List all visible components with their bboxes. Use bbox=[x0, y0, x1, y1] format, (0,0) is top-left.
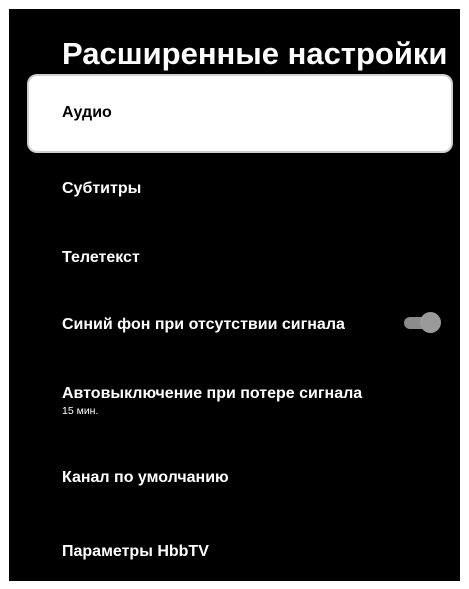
menu-item-label: Аудио bbox=[62, 104, 112, 121]
menu-item-label: Синий фон при отсутствии сигнала bbox=[62, 316, 345, 333]
toggle-knob bbox=[420, 312, 441, 333]
menu-item-label: Телетекст bbox=[62, 249, 140, 266]
tv-menu-screen: Расширенные настройки Аудио Субтитры Тел… bbox=[9, 9, 460, 581]
menu-item-label: Субтитры bbox=[62, 180, 142, 197]
menu-item-hbbtv-settings[interactable]: Параметры HbbTV bbox=[29, 533, 451, 573]
menu-item-subtitles[interactable]: Субтитры bbox=[29, 159, 451, 219]
menu-item-blue-background[interactable]: Синий фон при отсутствии сигнала bbox=[29, 306, 451, 346]
menu-item-label: Автовыключение при потере сигнала bbox=[62, 385, 363, 402]
menu-item-auto-off[interactable]: Автовыключение при потере сигнала 15 мин… bbox=[29, 375, 451, 425]
menu-item-teletext[interactable]: Телетекст bbox=[29, 229, 451, 289]
menu-item-label: Канал по умолчанию bbox=[62, 469, 229, 486]
menu-item-default-channel[interactable]: Канал по умолчанию bbox=[29, 459, 451, 499]
page-title: Расширенные настройки bbox=[62, 36, 448, 71]
menu-item-label: Параметры HbbTV bbox=[62, 543, 209, 560]
blue-background-toggle[interactable] bbox=[401, 312, 443, 333]
menu-item-audio[interactable]: Аудио bbox=[29, 76, 451, 151]
auto-off-value: 15 мин. bbox=[62, 405, 99, 417]
